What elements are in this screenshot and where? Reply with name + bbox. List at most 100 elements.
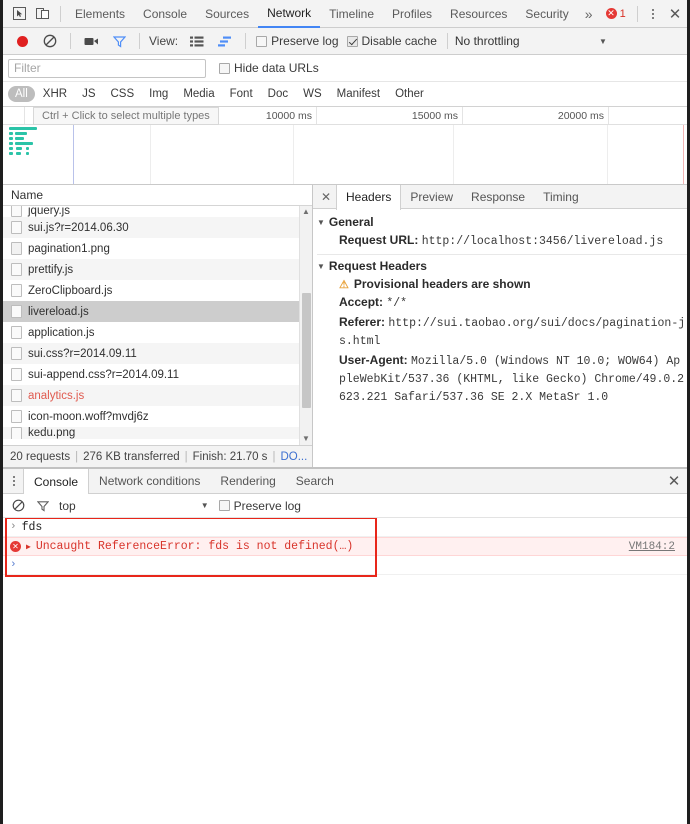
request-list-scrollbar[interactable]: ▲ ▼ [299, 206, 312, 445]
request-url-value: http://localhost:3456/livereload.js [422, 235, 664, 248]
error-source-link[interactable]: VM184:2 [629, 541, 675, 553]
table-row[interactable]: sui.js?r=2014.06.30 [3, 217, 312, 238]
type-filter-media[interactable]: Media [176, 86, 221, 102]
type-filter-ws[interactable]: WS [296, 86, 329, 102]
tab-network[interactable]: Network [258, 0, 320, 28]
table-row[interactable]: sui.css?r=2014.09.11 [3, 343, 312, 364]
clear-button[interactable] [37, 28, 63, 54]
execution-context-label[interactable]: top [59, 499, 76, 513]
overview-canvas[interactable] [3, 125, 687, 184]
table-row[interactable]: ZeroClipboard.js [3, 280, 312, 301]
request-name: prettify.js [28, 264, 73, 276]
request-name: kedu.png [28, 427, 75, 439]
drawer-tab-rendering[interactable]: Rendering [210, 469, 285, 494]
general-section-header[interactable]: ▼ General [317, 213, 687, 231]
preserve-log-checkbox[interactable]: Preserve log [253, 34, 341, 48]
more-tabs-icon[interactable]: » [578, 0, 600, 28]
ruler-seg-0 [3, 107, 25, 124]
tab-timeline-label: Timeline [329, 7, 374, 21]
tab-preview[interactable]: Preview [401, 185, 462, 209]
table-row[interactable]: sui-append.css?r=2014.09.11 [3, 364, 312, 385]
request-name: icon-moon.woff?mvdj6z [28, 411, 149, 423]
tab-headers[interactable]: Headers [336, 185, 401, 210]
throttling-dropdown[interactable]: No throttling ▼ [455, 34, 615, 48]
preserve-log-box [256, 36, 267, 47]
devtools-menu-icon[interactable] [643, 1, 663, 27]
type-filter-xhr[interactable]: XHR [36, 86, 74, 102]
table-row[interactable]: icon-moon.woff?mvdj6z [3, 406, 312, 427]
hide-data-urls-checkbox[interactable]: Hide data URLs [216, 61, 322, 75]
scroll-down-icon[interactable]: ▼ [302, 433, 310, 445]
request-headers-section-header[interactable]: ▼ Request Headers [317, 257, 687, 275]
tab-response[interactable]: Response [462, 185, 534, 209]
tab-resources-label: Resources [450, 7, 507, 21]
type-filter-js[interactable]: JS [75, 86, 102, 102]
table-row[interactable]: kedu.png [3, 427, 312, 439]
scrollbar-track[interactable] [300, 218, 313, 433]
drawer-tab-bar: Console Network conditions Rendering Sea… [3, 469, 687, 494]
tab-security[interactable]: Security [516, 0, 577, 28]
table-row[interactable]: prettify.js [3, 259, 312, 280]
drawer-menu-icon[interactable] [5, 469, 23, 494]
clear-console-icon[interactable] [9, 497, 27, 515]
table-row[interactable]: analytics.js [3, 385, 312, 406]
js-file-icon [11, 221, 22, 234]
table-row[interactable]: application.js [3, 322, 312, 343]
tab-console[interactable]: Console [134, 0, 196, 28]
table-row[interactable]: pagination1.png [3, 238, 312, 259]
error-count-badge[interactable]: ✕ 1 [600, 8, 632, 20]
device-toolbar-icon[interactable] [31, 1, 55, 27]
disable-cache-checkbox[interactable]: Disable cache [344, 34, 440, 48]
tab-resources[interactable]: Resources [441, 0, 516, 28]
console-prompt-line[interactable]: › [3, 556, 687, 575]
console-input-line[interactable]: › fds [3, 518, 687, 537]
drawer-tab-search[interactable]: Search [286, 469, 344, 494]
view-waterfall-icon[interactable] [212, 28, 238, 54]
page-content-area [3, 585, 687, 824]
filter-input[interactable] [8, 59, 206, 78]
header-row-accept: Accept: */* [317, 293, 687, 313]
netbar-divider-2 [139, 33, 140, 49]
type-filter-manifest[interactable]: Manifest [330, 86, 387, 102]
type-filter-img[interactable]: Img [142, 86, 175, 102]
type-filter-all[interactable]: All [8, 86, 35, 102]
tab-security-label: Security [525, 7, 568, 21]
drawer-tab-network-conditions[interactable]: Network conditions [89, 469, 210, 494]
type-filter-font[interactable]: Font [223, 86, 260, 102]
request-count: 20 requests [10, 451, 70, 463]
console-message-list[interactable]: › fds ✕ ▶ Uncaught ReferenceError: fds i… [3, 518, 687, 585]
network-overview[interactable]: 5000 ms 10000 ms 15000 ms 20000 ms Ctrl … [3, 107, 687, 185]
record-button[interactable] [9, 28, 35, 54]
expand-triangle-icon[interactable]: ▶ [26, 542, 31, 552]
table-row[interactable]: jquery.js [3, 206, 312, 217]
capture-screenshots-icon[interactable] [78, 28, 104, 54]
scroll-up-icon[interactable]: ▲ [302, 206, 310, 218]
tab-profiles[interactable]: Profiles [383, 0, 441, 28]
transferred-size: 276 KB transferred [83, 451, 180, 463]
request-list[interactable]: jquery.js sui.js?r=2014.06.30 pagination… [3, 206, 312, 445]
drawer-tab-console[interactable]: Console [23, 469, 89, 495]
tab-timing[interactable]: Timing [534, 185, 588, 209]
ruler-seg-4: 20000 ms [463, 107, 609, 124]
inspect-cursor-icon[interactable] [7, 1, 31, 27]
column-header-name[interactable]: Name [3, 185, 312, 206]
console-filter-icon[interactable] [34, 497, 52, 515]
close-drawer-icon[interactable]: ✕ [661, 468, 687, 494]
console-preserve-log-checkbox[interactable]: Preserve log [216, 499, 304, 513]
console-error-line[interactable]: ✕ ▶ Uncaught ReferenceError: fds is not … [3, 537, 687, 556]
context-chevron-icon[interactable]: ▼ [201, 501, 209, 510]
type-filter-css[interactable]: CSS [103, 86, 141, 102]
type-filter-doc[interactable]: Doc [261, 86, 295, 102]
tab-elements[interactable]: Elements [66, 0, 134, 28]
type-filter-other[interactable]: Other [388, 86, 431, 102]
close-devtools-icon[interactable]: ✕ [663, 1, 687, 27]
tab-sources[interactable]: Sources [196, 0, 258, 28]
filter-funnel-icon[interactable] [106, 28, 132, 54]
tab-timeline[interactable]: Timeline [320, 0, 383, 28]
view-list-icon[interactable] [184, 28, 210, 54]
scrollbar-thumb[interactable] [302, 293, 311, 408]
close-detail-icon[interactable]: ✕ [316, 185, 336, 209]
table-row-selected[interactable]: livereload.js [3, 301, 312, 322]
status-separator: | [272, 451, 275, 463]
js-file-icon [11, 326, 22, 339]
